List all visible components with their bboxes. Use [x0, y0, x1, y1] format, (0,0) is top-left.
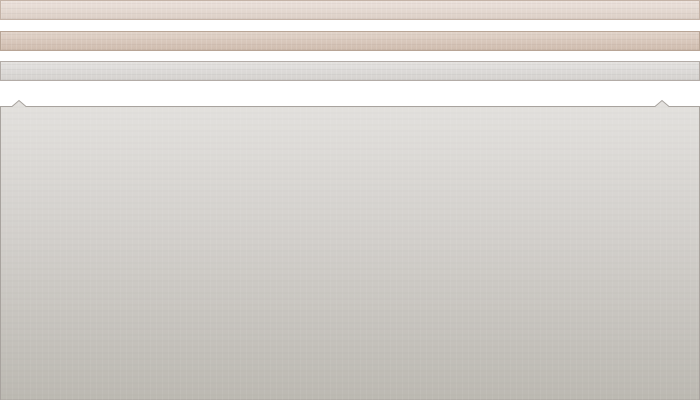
top-bar-texture: [1, 1, 699, 19]
top-bar: [0, 0, 700, 20]
middle-bar: [0, 31, 700, 51]
bottom-bar: [0, 61, 700, 81]
content-panel-texture: [1, 101, 699, 400]
page-canvas: [0, 0, 700, 400]
bottom-bar-texture: [1, 62, 699, 80]
content-panel: [0, 98, 700, 400]
content-panel-shape: [0, 99, 700, 400]
middle-bar-texture: [1, 32, 699, 50]
